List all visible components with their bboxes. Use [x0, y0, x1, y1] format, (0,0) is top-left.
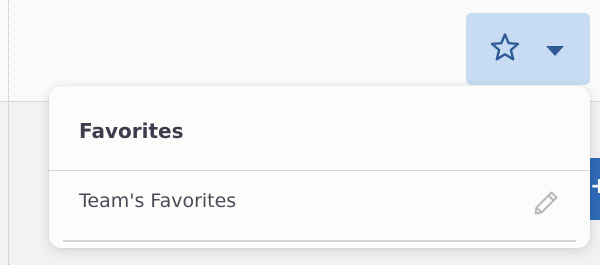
- plus-icon: +: [590, 174, 600, 199]
- pencil-icon[interactable]: [531, 188, 561, 218]
- favorites-divider: [49, 170, 590, 171]
- favorites-dropdown-panel: Favorites Team's Favorites: [49, 86, 590, 248]
- favorites-title: Favorites: [79, 119, 184, 143]
- favorites-item-underline: [63, 240, 576, 242]
- favorites-list-item[interactable]: Team's Favorites: [49, 172, 590, 232]
- dotted-guide-line: [8, 0, 9, 265]
- favorites-item-label: Team's Favorites: [79, 190, 237, 212]
- caret-down-icon: [546, 46, 564, 56]
- favorites-dropdown-button[interactable]: [466, 13, 590, 85]
- star-outline-icon: [490, 33, 520, 61]
